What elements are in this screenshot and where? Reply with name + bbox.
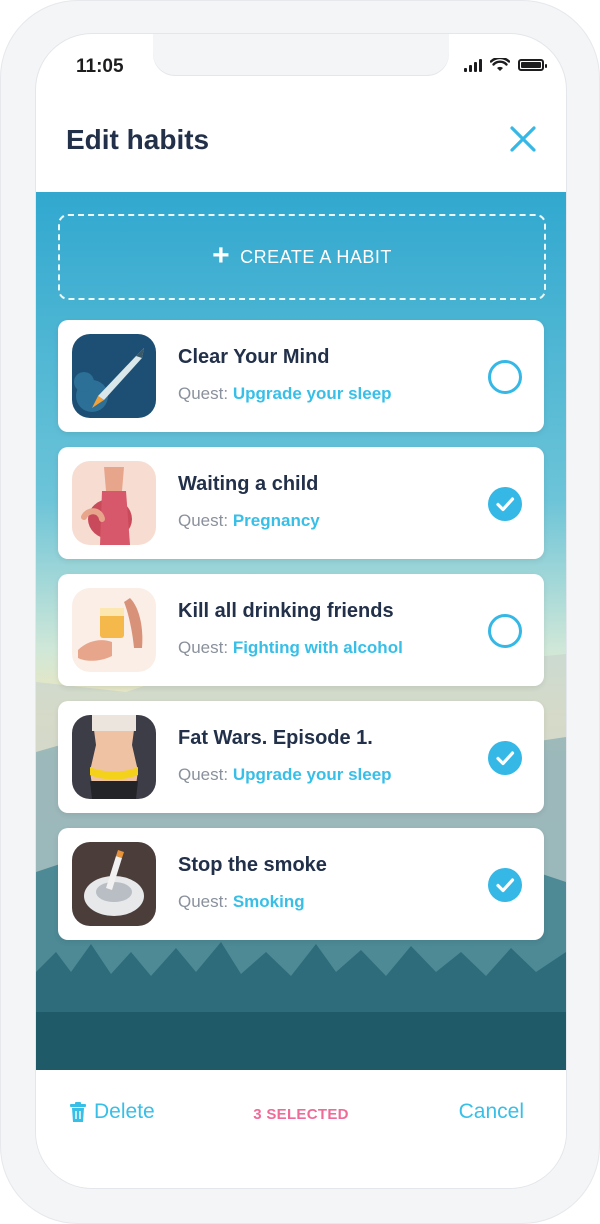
waist-measure-icon xyxy=(72,715,156,799)
habit-checkbox[interactable] xyxy=(488,487,522,521)
refuse-drink-icon xyxy=(72,588,156,672)
quest-label: Quest: xyxy=(178,765,229,784)
habit-card[interactable]: Fat Wars. Episode 1. Quest: Upgrade your… xyxy=(58,701,544,813)
habit-checkbox[interactable] xyxy=(488,614,522,648)
habit-checkbox[interactable] xyxy=(488,360,522,394)
close-icon xyxy=(510,126,536,152)
status-icons xyxy=(464,58,547,72)
close-button[interactable] xyxy=(506,122,540,156)
habit-quest: Quest: Smoking xyxy=(178,892,305,912)
checkmark-icon xyxy=(496,751,515,766)
cancel-button[interactable]: Cancel xyxy=(459,1100,524,1124)
habit-quest: Quest: Pregnancy xyxy=(178,511,320,531)
status-time: 11:05 xyxy=(76,56,124,77)
create-habit-button[interactable]: + CREATE A HABIT xyxy=(58,214,546,300)
habit-quest: Quest: Upgrade your sleep xyxy=(178,384,392,404)
habit-checkbox[interactable] xyxy=(488,741,522,775)
wifi-icon xyxy=(490,58,510,71)
quest-label: Quest: xyxy=(178,638,229,657)
habit-name: Clear Your Mind xyxy=(178,346,330,368)
checkmark-icon xyxy=(496,878,515,893)
quest-link[interactable]: Upgrade your sleep xyxy=(233,384,392,403)
habit-name: Waiting a child xyxy=(178,473,319,495)
habit-quest: Quest: Fighting with alcohol xyxy=(178,638,403,658)
quest-label: Quest: xyxy=(178,384,229,403)
habit-name: Kill all drinking friends xyxy=(178,600,394,622)
signal-icon xyxy=(464,58,482,72)
quest-link[interactable]: Fighting with alcohol xyxy=(233,638,403,657)
battery-icon xyxy=(518,59,547,71)
bottom-action-bar: Delete 3 SELECTED Cancel xyxy=(36,1070,566,1188)
habit-name: Fat Wars. Episode 1. xyxy=(178,727,373,749)
habit-card[interactable]: Kill all drinking friends Quest: Fightin… xyxy=(58,574,544,686)
habit-name: Stop the smoke xyxy=(178,854,327,876)
habit-list-area: + CREATE A HABIT Clear Your Mind Quest: … xyxy=(36,192,566,1070)
create-habit-label: CREATE A HABIT xyxy=(240,246,392,267)
habit-card[interactable]: Stop the smoke Quest: Smoking xyxy=(58,828,544,940)
quest-link[interactable]: Smoking xyxy=(233,892,305,911)
ashtray-icon xyxy=(72,842,156,926)
habit-card[interactable]: Clear Your Mind Quest: Upgrade your slee… xyxy=(58,320,544,432)
habit-quest: Quest: Upgrade your sleep xyxy=(178,765,392,785)
habit-checkbox[interactable] xyxy=(488,868,522,902)
page-title: Edit habits xyxy=(66,124,210,155)
phone-notch xyxy=(153,34,449,76)
pregnant-woman-icon xyxy=(72,461,156,545)
plus-icon: + xyxy=(212,238,231,272)
quest-label: Quest: xyxy=(178,511,229,530)
quest-link[interactable]: Upgrade your sleep xyxy=(233,765,392,784)
quest-link[interactable]: Pregnancy xyxy=(233,511,320,530)
habit-card[interactable]: Waiting a child Quest: Pregnancy xyxy=(58,447,544,559)
quest-label: Quest: xyxy=(178,892,229,911)
checkmark-icon xyxy=(496,497,515,512)
rocket-pencil-icon xyxy=(72,334,156,418)
app-screen: 11:05 Edit habits + CREATE A HABIT Clear… xyxy=(36,34,566,1188)
